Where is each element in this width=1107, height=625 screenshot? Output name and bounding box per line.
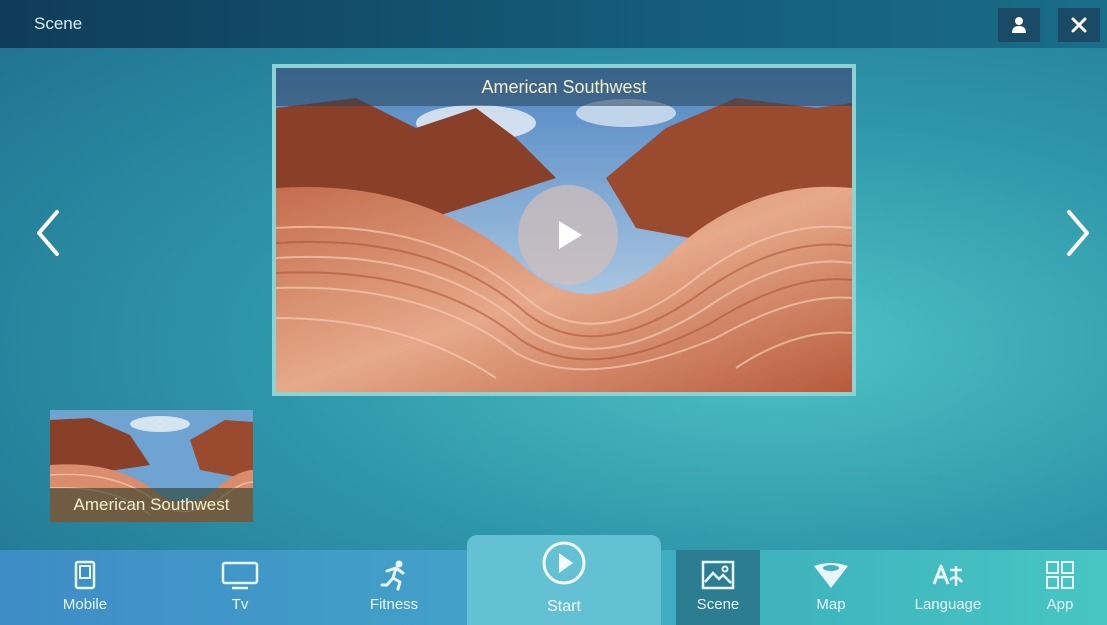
nav-map-label: Map [816, 596, 846, 613]
play-icon [559, 221, 582, 249]
close-icon [1071, 17, 1087, 33]
nav-tv[interactable]: Tv [206, 550, 274, 625]
nav-scene-label: Scene [696, 596, 740, 613]
nav-mobile-label: Mobile [62, 596, 108, 613]
close-button[interactable] [1058, 8, 1100, 42]
nav-start-label: Start [547, 598, 581, 615]
nav-app[interactable]: App [1030, 550, 1090, 625]
nav-language[interactable]: Language [900, 550, 996, 625]
nav-fitness-label: Fitness [369, 596, 419, 613]
play-circle-icon [542, 541, 586, 585]
tablet-icon [74, 560, 96, 590]
nav-start[interactable]: Start [467, 535, 661, 625]
user-icon [1012, 17, 1026, 33]
map-pin-icon [814, 563, 848, 588]
nav-language-label: Language [914, 596, 982, 613]
nav-fitness[interactable]: Fitness [356, 550, 432, 625]
top-bar: Scene [0, 0, 1107, 48]
scene-thumbnail[interactable]: American Southwest [50, 410, 253, 522]
nav-tv-label: Tv [231, 596, 249, 613]
user-button[interactable] [998, 8, 1040, 42]
nav-app-label: App [1046, 596, 1074, 613]
play-button[interactable] [518, 185, 618, 285]
tv-icon [221, 561, 259, 590]
scene-thumbnail-label: American Southwest [50, 488, 253, 522]
nav-scene[interactable]: Scene [676, 550, 760, 625]
nav-map[interactable]: Map [798, 550, 864, 625]
window-title: Scene [34, 14, 83, 33]
featured-scene-title: American Southwest [276, 68, 852, 106]
nav-mobile[interactable]: Mobile [48, 550, 122, 625]
runner-icon [380, 560, 405, 591]
chevron-left-icon [37, 210, 59, 256]
image-icon [701, 560, 735, 590]
featured-scene-preview[interactable]: American Southwest [272, 64, 856, 396]
grid-icon [1046, 561, 1074, 589]
chevron-right-icon [1067, 210, 1089, 256]
language-icon [932, 564, 963, 586]
next-scene-button[interactable] [1056, 205, 1100, 261]
previous-scene-button[interactable] [26, 205, 70, 261]
